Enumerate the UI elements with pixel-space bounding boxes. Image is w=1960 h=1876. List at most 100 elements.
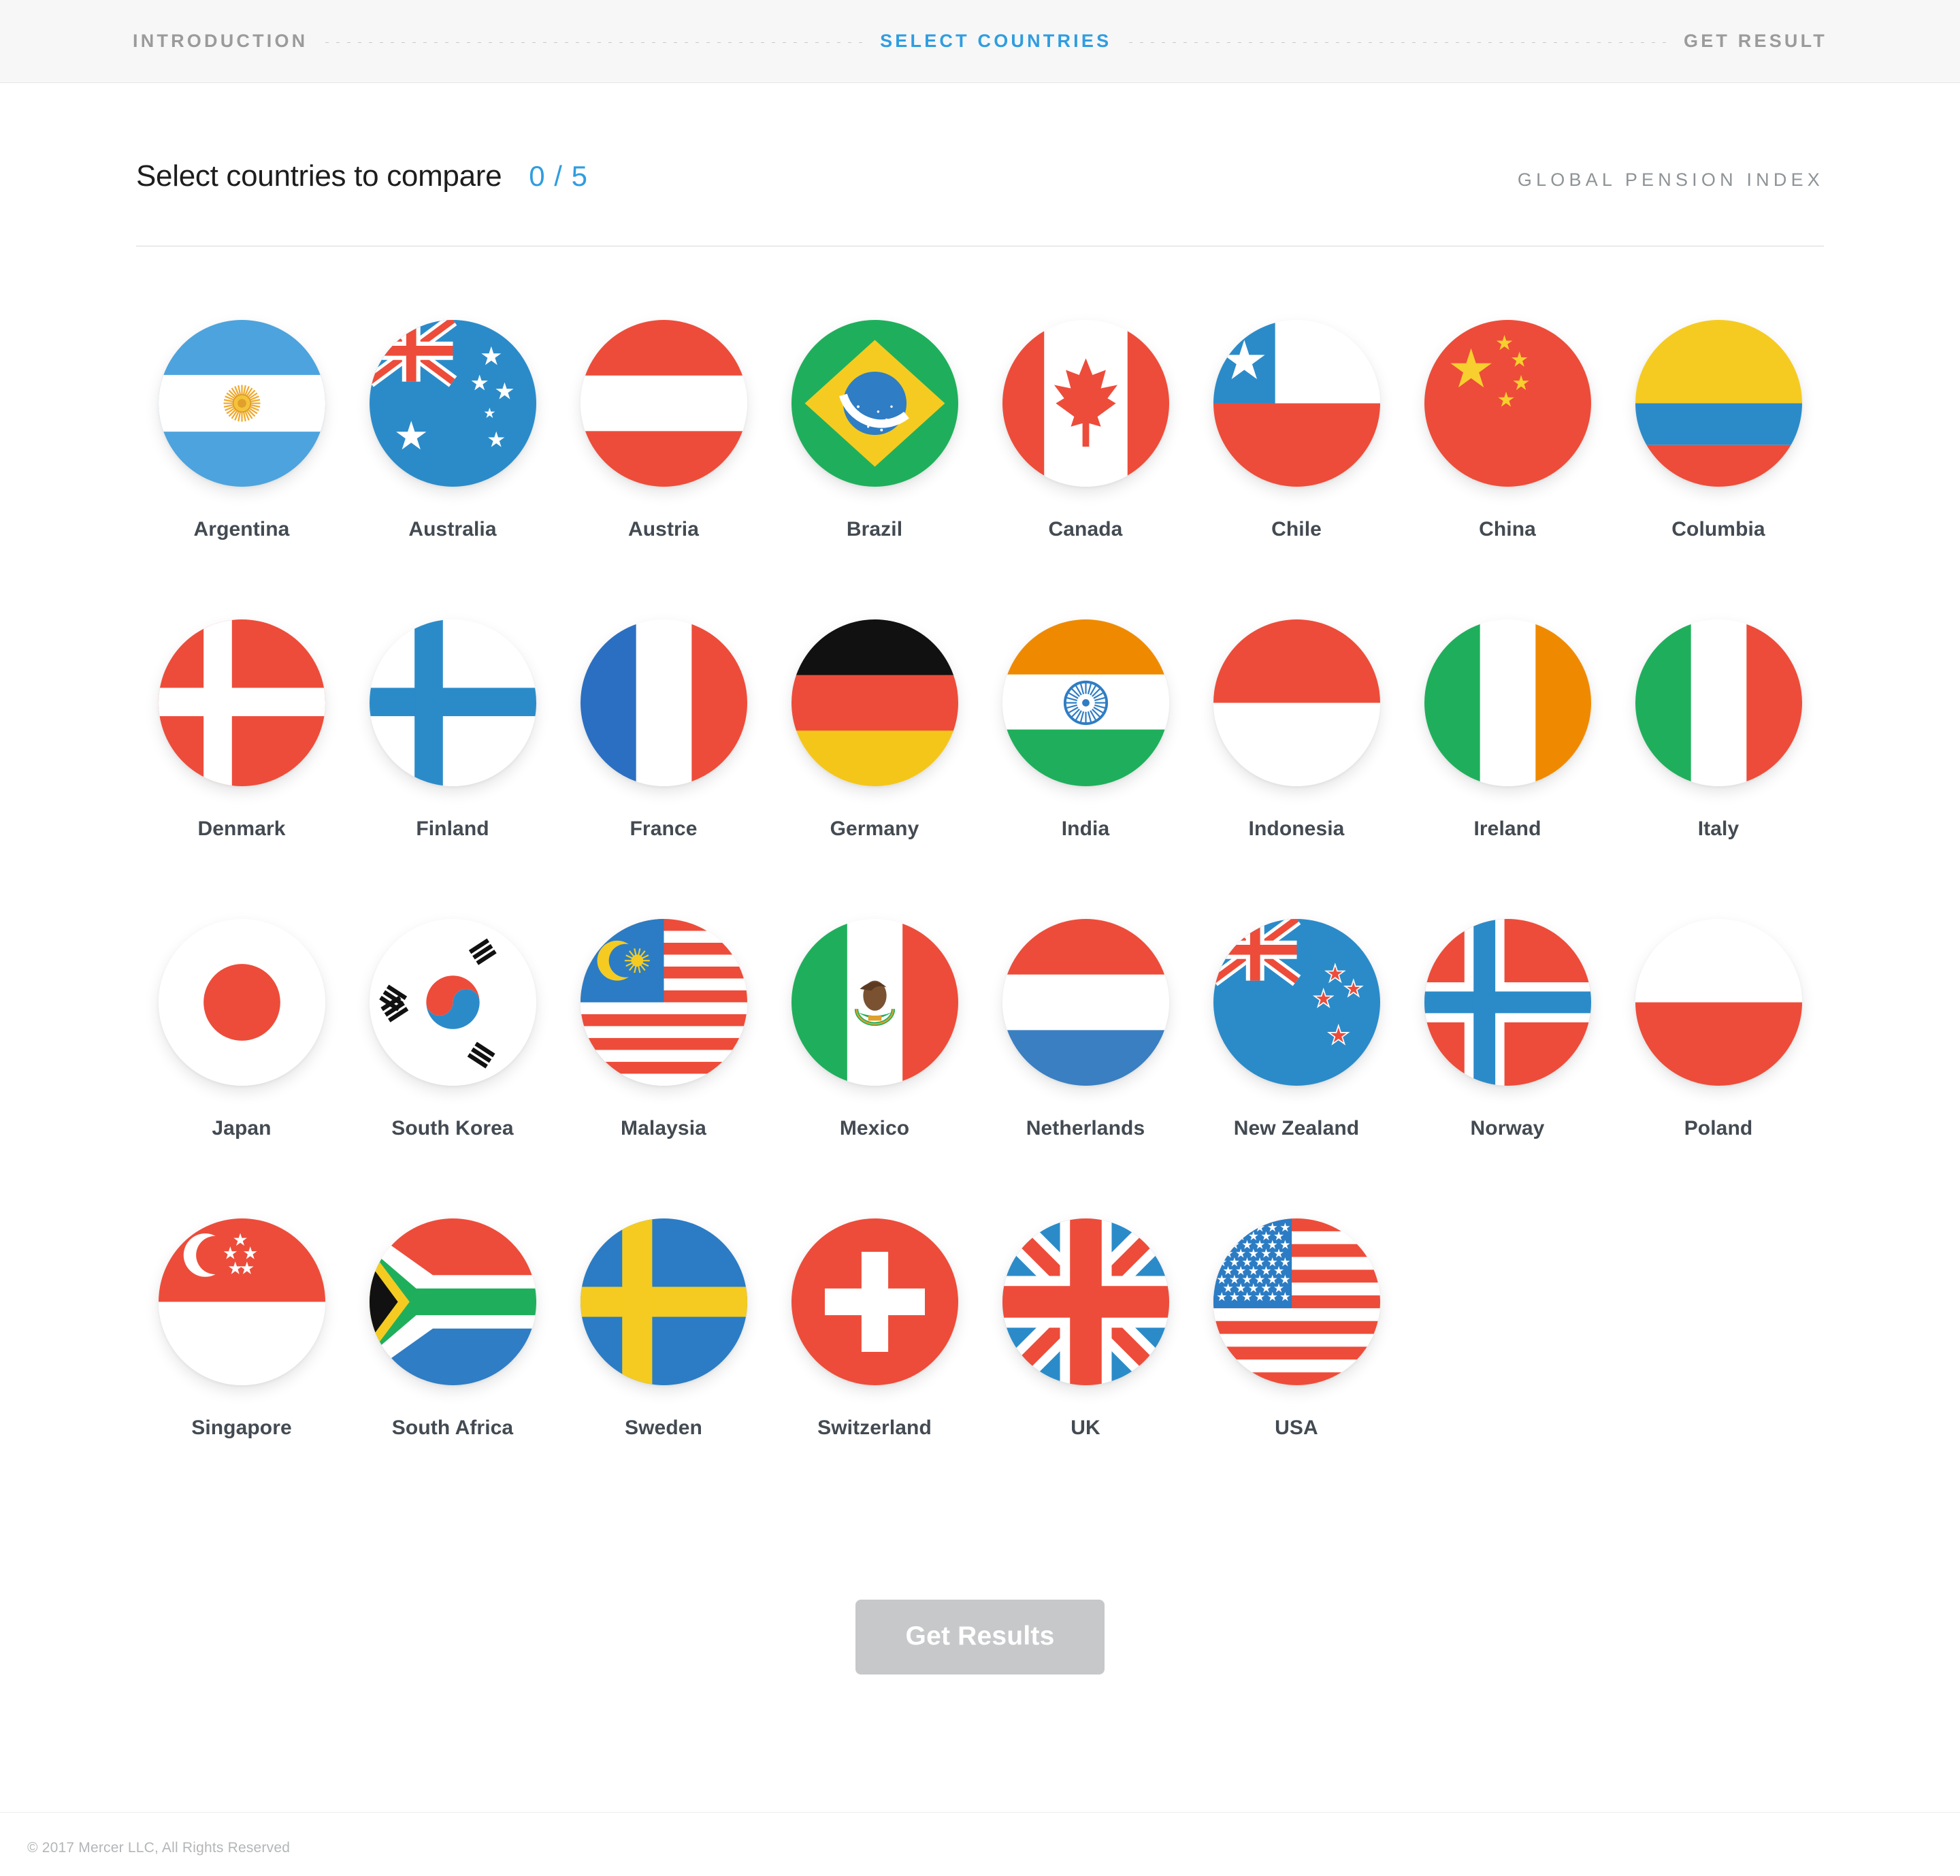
country-option-ireland[interactable]: Ireland — [1402, 619, 1613, 919]
country-option-mexico[interactable]: Mexico — [769, 919, 980, 1218]
flag-icon-finland — [369, 619, 536, 786]
country-option-south-korea[interactable]: South Korea — [347, 919, 558, 1218]
flag-icon-canada — [1002, 320, 1169, 487]
country-label: France — [630, 818, 698, 840]
copyright-text: © 2017 Mercer LLC, All Rights Reserved — [27, 1840, 291, 1856]
country-option-canada[interactable]: Canada — [980, 320, 1191, 619]
flag-icon-indonesia — [1213, 619, 1380, 786]
country-label: Norway — [1470, 1117, 1545, 1139]
country-label: Italy — [1697, 818, 1740, 840]
country-option-france[interactable]: France — [558, 619, 769, 919]
country-option-columbia[interactable]: Columbia — [1613, 320, 1824, 619]
country-grid: Argentina Australia Austria Brazil Canada Chi… — [136, 246, 1824, 1518]
country-option-malaysia[interactable]: Malaysia — [558, 919, 769, 1218]
country-option-poland[interactable]: Poland — [1613, 919, 1824, 1218]
country-label: Austria — [627, 518, 700, 540]
progress-stepbar: INTRODUCTION SELECT COUNTRIES GET RESULT — [0, 0, 1960, 83]
country-option-brazil[interactable]: Brazil — [769, 320, 980, 619]
country-option-argentina[interactable]: Argentina — [136, 320, 347, 619]
flag-icon-columbia — [1635, 320, 1802, 487]
country-option-usa[interactable]: USA — [1191, 1218, 1402, 1518]
flag-icon-france — [580, 619, 747, 786]
flag-icon-malaysia — [580, 919, 747, 1086]
country-label: South Africa — [391, 1417, 514, 1439]
country-option-sweden[interactable]: Sweden — [558, 1218, 769, 1518]
country-label: Switzerland — [817, 1417, 932, 1439]
selection-counter: 0 / 5 — [529, 160, 589, 192]
country-option-germany[interactable]: Germany — [769, 619, 980, 919]
page-content: Select countries to compare 0 / 5 GLOBAL… — [0, 83, 1960, 1675]
country-option-italy[interactable]: Italy — [1613, 619, 1824, 919]
flag-icon-usa — [1213, 1218, 1380, 1385]
country-label: Malaysia — [621, 1117, 706, 1139]
step-get-result[interactable]: GET RESULT — [1684, 31, 1827, 52]
country-option-india[interactable]: India — [980, 619, 1191, 919]
country-label: New Zealand — [1233, 1117, 1360, 1139]
flag-icon-sweden — [580, 1218, 747, 1385]
actions-row: Get Results — [136, 1600, 1824, 1675]
flag-icon-chile — [1213, 320, 1380, 487]
flag-icon-germany — [791, 619, 958, 786]
step-connector-1 — [325, 42, 863, 43]
flag-icon-denmark — [158, 619, 325, 786]
country-label: Poland — [1684, 1117, 1753, 1139]
country-option-singapore[interactable]: Singapore — [136, 1218, 347, 1518]
page-title: Select countries to compare — [136, 159, 502, 193]
country-option-south-africa[interactable]: South Africa — [347, 1218, 558, 1518]
country-option-chile[interactable]: Chile — [1191, 320, 1402, 619]
country-label: Columbia — [1671, 518, 1765, 540]
country-label: Canada — [1048, 518, 1123, 540]
country-label: Finland — [416, 818, 489, 840]
flag-icon-mexico — [791, 919, 958, 1086]
country-label: Chile — [1271, 518, 1322, 540]
page-footer: © 2017 Mercer LLC, All Rights Reserved — [0, 1812, 1960, 1856]
step-introduction[interactable]: INTRODUCTION — [133, 31, 308, 52]
flag-icon-uk — [1002, 1218, 1169, 1385]
flag-icon-netherlands — [1002, 919, 1169, 1086]
country-option-austria[interactable]: Austria — [558, 320, 769, 619]
get-results-button[interactable]: Get Results — [855, 1600, 1105, 1675]
flag-icon-china — [1424, 320, 1591, 487]
flag-icon-austria — [580, 320, 747, 487]
country-label: China — [1479, 518, 1536, 540]
flag-icon-south-korea — [369, 919, 536, 1086]
page-header: Select countries to compare 0 / 5 GLOBAL… — [136, 83, 1824, 193]
flag-icon-south-africa — [369, 1218, 536, 1385]
flag-icon-poland — [1635, 919, 1802, 1086]
country-option-uk[interactable]: UK — [980, 1218, 1191, 1518]
flag-icon-new-zealand — [1213, 919, 1380, 1086]
country-option-netherlands[interactable]: Netherlands — [980, 919, 1191, 1218]
country-label: Australia — [408, 518, 497, 540]
country-label: Netherlands — [1026, 1117, 1145, 1139]
flag-icon-norway — [1424, 919, 1591, 1086]
country-label: Ireland — [1473, 818, 1541, 840]
flag-icon-brazil — [791, 320, 958, 487]
country-label: Brazil — [846, 518, 903, 540]
country-option-switzerland[interactable]: Switzerland — [769, 1218, 980, 1518]
flag-icon-india — [1002, 619, 1169, 786]
country-option-norway[interactable]: Norway — [1402, 919, 1613, 1218]
country-label: Argentina — [193, 518, 290, 540]
flag-icon-australia — [369, 320, 536, 487]
country-label: Denmark — [197, 818, 286, 840]
step-select-countries[interactable]: SELECT COUNTRIES — [880, 31, 1111, 52]
flag-icon-japan — [158, 919, 325, 1086]
flag-icon-switzerland — [791, 1218, 958, 1385]
country-label: USA — [1275, 1417, 1318, 1439]
flag-icon-ireland — [1424, 619, 1591, 786]
brand-label: GLOBAL PENSION INDEX — [1517, 169, 1824, 190]
flag-icon-singapore — [158, 1218, 325, 1385]
country-option-australia[interactable]: Australia — [347, 320, 558, 619]
country-option-finland[interactable]: Finland — [347, 619, 558, 919]
flag-icon-argentina — [158, 320, 325, 487]
country-label: Indonesia — [1248, 818, 1345, 840]
step-connector-2 — [1129, 42, 1666, 43]
country-option-china[interactable]: China — [1402, 320, 1613, 619]
country-label: Singapore — [191, 1417, 292, 1439]
country-option-indonesia[interactable]: Indonesia — [1191, 619, 1402, 919]
country-label: Mexico — [839, 1117, 910, 1139]
country-option-japan[interactable]: Japan — [136, 919, 347, 1218]
country-option-denmark[interactable]: Denmark — [136, 619, 347, 919]
country-option-new-zealand[interactable]: New Zealand — [1191, 919, 1402, 1218]
country-label: India — [1061, 818, 1110, 840]
